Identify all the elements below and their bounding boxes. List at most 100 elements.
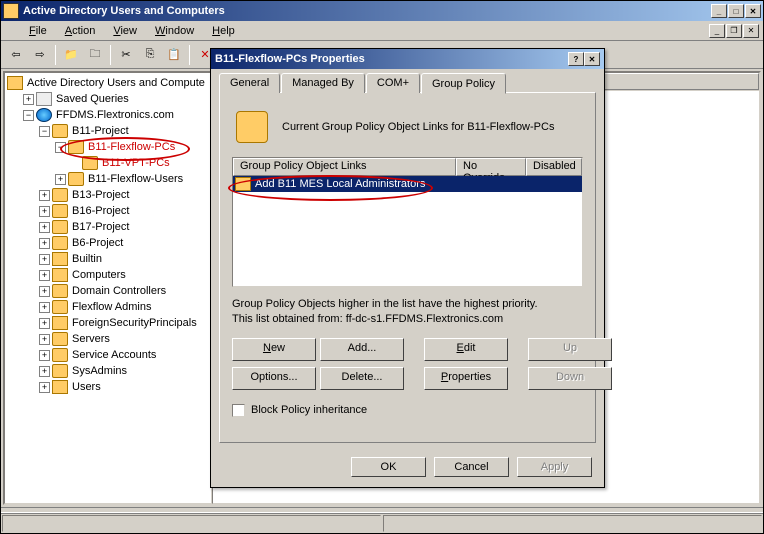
expander-icon[interactable]: −	[39, 126, 50, 137]
menu-window[interactable]: Window	[147, 23, 202, 39]
tree-b11-vpt-pcs[interactable]: B11-VPT-PCs	[71, 155, 209, 171]
expander-icon[interactable]: +	[39, 334, 50, 345]
gpo-list-header: Group Policy Object Links No Override Di…	[233, 158, 582, 176]
ou-icon	[52, 348, 68, 362]
expander-icon[interactable]: +	[39, 270, 50, 281]
expander-icon[interactable]: +	[39, 350, 50, 361]
tab-strip: General Managed By COM+ Group Policy	[219, 73, 596, 93]
add-button[interactable]: Add...	[320, 338, 404, 361]
tab-managed-by[interactable]: Managed By	[281, 73, 365, 93]
minimize-button[interactable]: _	[711, 4, 727, 18]
window-controls: _ □ ✕	[711, 4, 761, 18]
button-grid: New Add... Edit Up Options... Delete... …	[232, 338, 583, 390]
dialog-help-button[interactable]: ?	[568, 52, 584, 66]
status-cell	[383, 515, 762, 532]
up-button[interactable]: 📁	[60, 44, 82, 66]
expander-icon[interactable]: +	[55, 174, 66, 185]
edit-button[interactable]: Edit	[424, 338, 508, 361]
gpo-links-list[interactable]: Group Policy Object Links No Override Di…	[232, 157, 583, 287]
properties-dialog: B11-Flexflow-PCs Properties ? ✕ General …	[210, 48, 605, 488]
dialog-titlebar: B11-Flexflow-PCs Properties ? ✕	[211, 49, 604, 69]
tree-flexflow-admins[interactable]: +Flexflow Admins	[39, 299, 209, 315]
tree-b6-project[interactable]: +B6-Project	[39, 235, 209, 251]
tree-b11-flexflow-pcs[interactable]: − B11-Flexflow-PCs	[55, 139, 209, 155]
gpo-item-label: Add B11 MES Local Administrators	[255, 178, 425, 190]
close-button[interactable]: ✕	[745, 4, 761, 18]
menu-file[interactable]: File	[21, 23, 55, 39]
ok-button[interactable]: OK	[351, 457, 426, 477]
expander-icon[interactable]: −	[23, 110, 34, 121]
status-cell	[2, 515, 381, 532]
window-title: Active Directory Users and Computers	[23, 5, 711, 17]
ou-icon	[68, 140, 84, 154]
show-hide-button[interactable]: 🗀	[84, 44, 106, 66]
tree-service-accounts[interactable]: +Service Accounts	[39, 347, 209, 363]
expander-icon[interactable]: +	[39, 222, 50, 233]
tree-domain[interactable]: − FFDMS.Flextronics.com	[23, 107, 209, 123]
dialog-footer: OK Cancel Apply	[211, 447, 604, 487]
paste-button[interactable]: 📋	[163, 44, 185, 66]
expander-icon[interactable]: +	[39, 286, 50, 297]
expander-icon[interactable]: +	[39, 318, 50, 329]
tree-domain-controllers[interactable]: +Domain Controllers	[39, 283, 209, 299]
expander-icon[interactable]: +	[39, 366, 50, 377]
expander-icon[interactable]: +	[39, 254, 50, 265]
back-button[interactable]: ⇦	[5, 44, 27, 66]
tree-b11-flexflow-users[interactable]: + B11-Flexflow-Users	[55, 171, 209, 187]
apply-button: Apply	[517, 457, 592, 477]
forward-button[interactable]: ⇨	[29, 44, 51, 66]
cancel-button[interactable]: Cancel	[434, 457, 509, 477]
mdi-close-button[interactable]: ✕	[743, 24, 759, 38]
tab-complus[interactable]: COM+	[366, 73, 420, 93]
menu-action[interactable]: Action	[57, 23, 104, 39]
gpo-item-icon	[235, 177, 251, 191]
maximize-button[interactable]: □	[728, 4, 744, 18]
properties-button[interactable]: Properties	[424, 367, 508, 390]
menu-help[interactable]: Help	[204, 23, 243, 39]
mdi-restore-button[interactable]: ❐	[726, 24, 742, 38]
ou-icon	[68, 172, 84, 186]
menu-view[interactable]: View	[105, 23, 145, 39]
folder-icon	[52, 380, 68, 394]
expander-icon[interactable]: −	[55, 142, 66, 153]
new-button[interactable]: New	[232, 338, 316, 361]
block-inheritance-checkbox[interactable]	[232, 404, 245, 417]
mdi-minimize-button[interactable]: _	[709, 24, 725, 38]
tree-servers[interactable]: +Servers	[39, 331, 209, 347]
tree-b17-project[interactable]: +B17-Project	[39, 219, 209, 235]
col-gpo-links[interactable]: Group Policy Object Links	[233, 158, 456, 176]
expander-icon[interactable]: +	[39, 190, 50, 201]
tree-fsp[interactable]: +ForeignSecurityPrincipals	[39, 315, 209, 331]
options-button[interactable]: Options...	[232, 367, 316, 390]
tree-b16-project[interactable]: +B16-Project	[39, 203, 209, 219]
mdi-controls: _ ❐ ✕	[709, 24, 759, 38]
titlebar: Active Directory Users and Computers _ □…	[1, 1, 763, 21]
expander-icon[interactable]: +	[39, 302, 50, 313]
dialog-title: B11-Flexflow-PCs Properties	[215, 53, 568, 65]
tree-sysadmins[interactable]: +SysAdmins	[39, 363, 209, 379]
tree-b11-project[interactable]: − B11-Project	[39, 123, 209, 139]
expander-icon[interactable]: +	[39, 238, 50, 249]
expander-icon[interactable]: +	[39, 382, 50, 393]
gpo-link-item[interactable]: Add B11 MES Local Administrators	[233, 176, 582, 192]
tree-builtin[interactable]: +Builtin	[39, 251, 209, 267]
col-no-override[interactable]: No Override	[456, 158, 526, 176]
col-disabled[interactable]: Disabled	[526, 158, 582, 176]
tab-group-policy[interactable]: Group Policy	[421, 73, 506, 94]
tree-computers[interactable]: +Computers	[39, 267, 209, 283]
expander-icon[interactable]: +	[39, 206, 50, 217]
tab-general[interactable]: General	[219, 73, 280, 93]
tree-panel[interactable]: Active Directory Users and Compute + Sav…	[4, 72, 212, 504]
dialog-close-button[interactable]: ✕	[584, 52, 600, 66]
copy-button[interactable]: ⎘	[139, 44, 161, 66]
delete-button[interactable]: Delete...	[320, 367, 404, 390]
tree-saved-queries[interactable]: + Saved Queries	[23, 91, 209, 107]
aduc-icon	[7, 76, 23, 90]
block-inheritance-row[interactable]: Block Policy inheritance	[232, 404, 583, 417]
tree-b13-project[interactable]: +B13-Project	[39, 187, 209, 203]
tree-users[interactable]: +Users	[39, 379, 209, 395]
expander-icon[interactable]: +	[23, 94, 34, 105]
folder-icon	[36, 92, 52, 106]
cut-button[interactable]: ✂	[115, 44, 137, 66]
tree-root[interactable]: Active Directory Users and Compute	[7, 75, 209, 91]
